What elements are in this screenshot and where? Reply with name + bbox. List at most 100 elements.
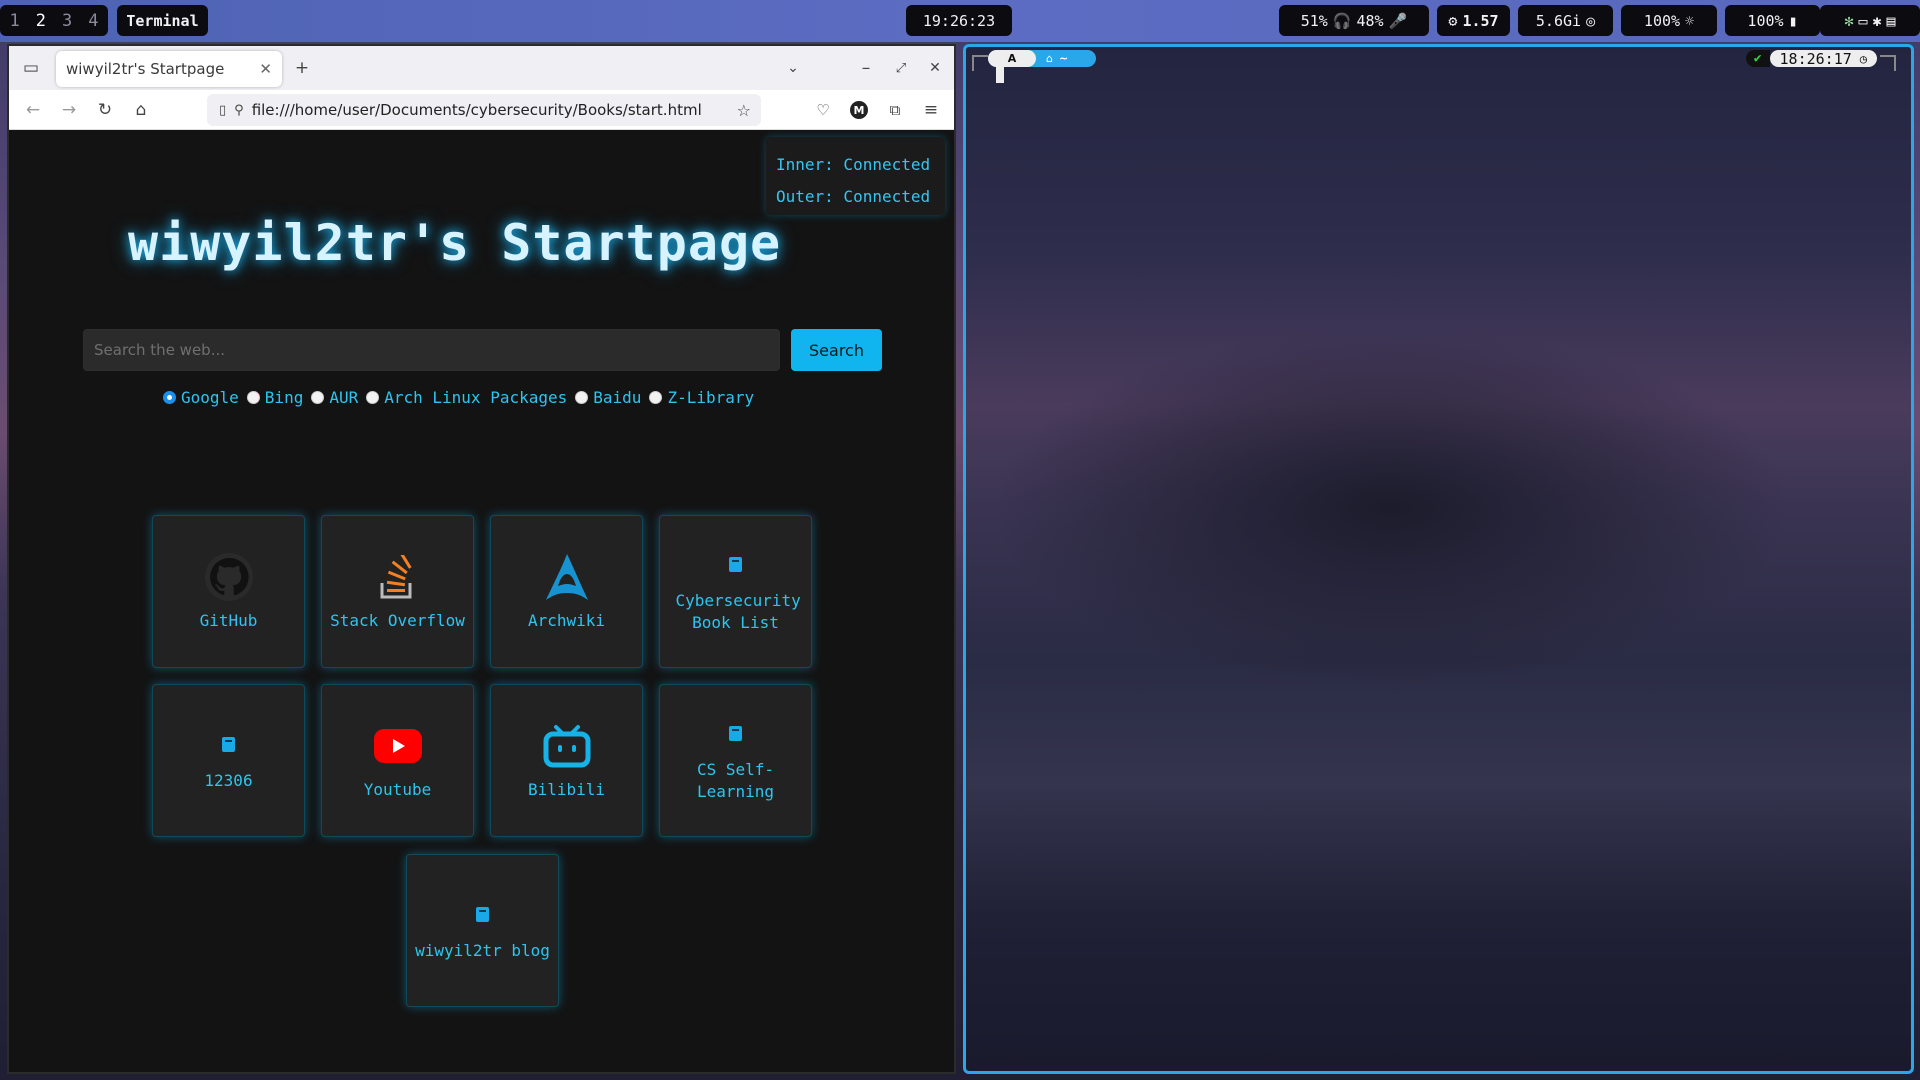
- bookmark-stackoverflow[interactable]: Stack Overflow: [321, 515, 474, 668]
- close-window-icon[interactable]: ✕: [921, 54, 949, 82]
- url-text: file:///home/user/Documents/cybersecurit…: [251, 101, 702, 119]
- headphone-value: 48%: [1356, 11, 1384, 30]
- bookmark-label: 12306: [204, 770, 253, 790]
- bookmark-label: wiwyil2tr blog: [415, 940, 550, 960]
- tab-startpage[interactable]: wiwyil2tr's Startpage ✕: [56, 51, 282, 87]
- radio-google[interactable]: [163, 391, 176, 404]
- bluetooth-icon[interactable]: ✱: [1873, 12, 1882, 30]
- cpu-icon: ⚙: [1448, 11, 1458, 30]
- workspace-4[interactable]: 4: [88, 11, 98, 31]
- close-tab-icon[interactable]: ✕: [259, 60, 272, 78]
- engine-label-baidu[interactable]: Baidu: [593, 388, 641, 407]
- account-icon[interactable]: M: [845, 96, 873, 124]
- radio-zlibrary[interactable]: [649, 391, 663, 404]
- book-icon: [729, 719, 742, 749]
- forward-icon[interactable]: →: [55, 96, 83, 124]
- bookmark-label: Youtube: [363, 779, 432, 799]
- bookmark-label: CS Self-Learning: [696, 759, 775, 801]
- cpu-load-value: 1.57: [1462, 11, 1499, 30]
- bookmark-star-icon[interactable]: ☆: [737, 101, 751, 120]
- engine-label-bing[interactable]: Bing: [265, 388, 304, 407]
- bookmark-cs-self-learning[interactable]: CS Self-Learning: [659, 684, 812, 837]
- home-icon: ⌂: [1046, 52, 1053, 65]
- volume-value: 51%: [1300, 11, 1328, 30]
- arch-icon: [542, 552, 592, 602]
- brightness-value: 100%: [1643, 11, 1681, 30]
- maximize-icon[interactable]: ⤢: [887, 54, 915, 82]
- bookmark-archwiki[interactable]: Archwiki: [490, 515, 643, 668]
- shell-prompt: A ⌂ ~: [988, 50, 1096, 67]
- bookmark-youtube[interactable]: Youtube: [321, 684, 474, 837]
- book-icon: [476, 900, 489, 930]
- battery-icon: ▮: [1788, 11, 1798, 30]
- startpage: Inner: Connected Outer: Connected wiwyil…: [9, 130, 954, 1072]
- radio-baidu[interactable]: [575, 391, 589, 404]
- book-icon: [222, 730, 235, 760]
- pocket-icon[interactable]: ♡: [809, 96, 837, 124]
- prompt-time: 18:26:17 ◷: [1769, 49, 1877, 68]
- bilibili-icon: [542, 721, 592, 771]
- radio-arch-packages[interactable]: [366, 391, 380, 404]
- stackoverflow-icon: [378, 552, 418, 602]
- search-input[interactable]: [83, 329, 780, 371]
- clock[interactable]: 19:26:23: [906, 5, 1012, 36]
- permissions-icon[interactable]: ⚲: [234, 103, 244, 118]
- audio-module[interactable]: 51% 🎧 48% 🎤: [1279, 5, 1429, 36]
- workspace-3[interactable]: 3: [62, 11, 72, 31]
- display-icon[interactable]: ▭: [1858, 12, 1867, 30]
- reload-icon[interactable]: ↻: [91, 96, 119, 124]
- youtube-icon: [373, 721, 422, 771]
- engine-label-aur[interactable]: AUR: [329, 388, 358, 407]
- text-cursor: [996, 67, 1004, 83]
- list-tabs-icon[interactable]: ⌄: [779, 54, 807, 82]
- window-icon[interactable]: ▤: [1887, 12, 1896, 30]
- engine-label-arch-packages[interactable]: Arch Linux Packages: [384, 388, 567, 407]
- connection-status: Inner: Connected Outer: Connected: [766, 137, 945, 215]
- right-prompt: ✔ 18:26:17 ◷: [1745, 49, 1877, 68]
- bookmark-label: Stack Overflow: [330, 610, 465, 630]
- prompt-directory: ~: [1058, 52, 1069, 65]
- tab-title: wiwyil2tr's Startpage: [66, 60, 225, 78]
- engine-label-google[interactable]: Google: [181, 388, 239, 407]
- brightness-icon: ☼: [1685, 11, 1695, 30]
- back-icon[interactable]: ←: [19, 96, 47, 124]
- microphone-icon: 🎤: [1388, 11, 1408, 30]
- terminal-corner-decoration: [1880, 55, 1896, 71]
- brightness-module[interactable]: 100% ☼: [1621, 5, 1717, 36]
- battery-module[interactable]: 100% ▮: [1725, 5, 1820, 36]
- terminal-window[interactable]: A ⌂ ~ ✔ 18:26:17 ◷: [963, 44, 1914, 1074]
- extensions-icon[interactable]: ⧉: [881, 96, 909, 124]
- prompt-time-value: 18:26:17: [1779, 49, 1852, 68]
- cpu-load-module[interactable]: ⚙ 1.57: [1437, 5, 1510, 36]
- radio-aur[interactable]: [311, 391, 325, 404]
- menu-icon[interactable]: ≡: [917, 96, 945, 124]
- radio-bing[interactable]: [246, 391, 260, 404]
- navigation-bar: ← → ↻ ⌂ ▯ ⚲ file:///home/user/Documents/…: [9, 90, 954, 130]
- terminal-corner-decoration: [972, 55, 988, 71]
- page-icon: ▯: [219, 102, 227, 118]
- browser-window: ▭ wiwyil2tr's Startpage ✕ + ⌄ – ⤢ ✕ ← → …: [7, 44, 956, 1074]
- minimize-icon[interactable]: –: [852, 54, 880, 82]
- bookmark-github[interactable]: GitHub: [152, 515, 305, 668]
- bookmark-bilibili[interactable]: Bilibili: [490, 684, 643, 837]
- bookmark-wiwyil2tr-blog[interactable]: wiwyil2tr blog: [406, 854, 559, 1007]
- bookmark-cybersecurity-books[interactable]: Cybersecurity Book List: [659, 515, 812, 668]
- new-tab-icon[interactable]: +: [288, 54, 316, 82]
- memory-module[interactable]: 5.6Gi ◎: [1518, 5, 1613, 36]
- book-icon: [729, 550, 742, 580]
- tab-bar: ▭ wiwyil2tr's Startpage ✕ + ⌄ – ⤢ ✕: [9, 46, 954, 90]
- github-icon: [204, 552, 254, 602]
- workspace-2[interactable]: 2: [36, 11, 46, 31]
- outer-status: Outer: Connected: [776, 187, 931, 206]
- bookmark-label: Cybersecurity Book List: [675, 590, 801, 632]
- workspace-1[interactable]: 1: [10, 11, 20, 31]
- network-icon[interactable]: ✻: [1844, 12, 1853, 30]
- engine-label-zlibrary[interactable]: Z-Library: [667, 388, 754, 407]
- headphone-icon: 🎧: [1332, 11, 1352, 30]
- bookmark-12306[interactable]: 12306: [152, 684, 305, 837]
- page-title: wiwyil2tr's Startpage: [128, 214, 782, 272]
- url-bar[interactable]: ▯ ⚲ file:///home/user/Documents/cybersec…: [207, 94, 761, 126]
- tab-overview-icon[interactable]: ▭: [17, 54, 45, 82]
- search-button[interactable]: Search: [791, 329, 882, 371]
- home-icon[interactable]: ⌂: [127, 96, 155, 124]
